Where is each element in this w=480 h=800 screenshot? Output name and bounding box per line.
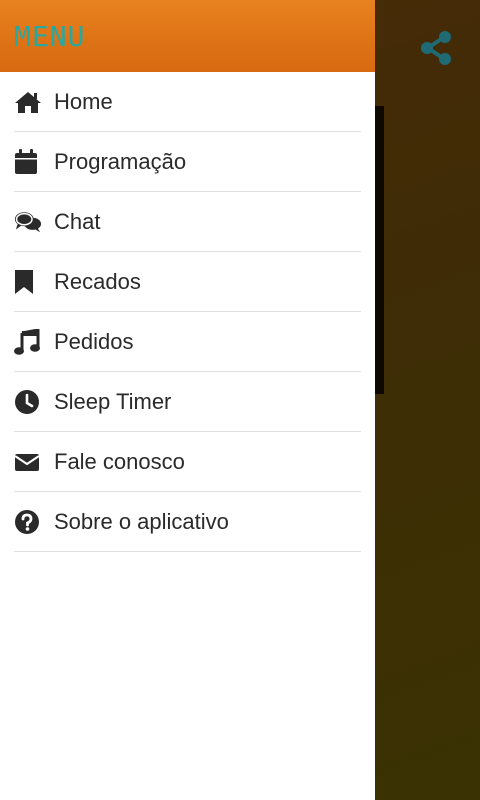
menu-item-label: Fale conosco [54,448,185,474]
drawer-title: MENU [14,20,86,53]
menu-item-home[interactable]: Home [14,72,361,132]
share-icon [421,31,451,65]
menu-item-sleep-timer[interactable]: Sleep Timer [14,372,361,432]
calendar-icon [14,148,42,176]
envelope-icon [14,448,42,476]
menu-item-chat[interactable]: Chat [14,192,361,252]
bookmark-icon [14,268,42,296]
menu-list: Home Programação Chat Recados Pedidos Sl… [0,72,375,552]
chat-icon [14,208,42,236]
home-icon [14,88,42,116]
share-button[interactable] [414,26,458,70]
menu-item-pedidos[interactable]: Pedidos [14,312,361,372]
menu-item-label: Sleep Timer [54,388,172,414]
clock-icon [14,388,42,416]
question-icon [14,508,42,536]
menu-item-label: Pedidos [54,328,134,354]
menu-item-label: Sobre o aplicativo [54,508,229,534]
music-icon [14,328,42,356]
menu-item-programacao[interactable]: Programação [14,132,361,192]
menu-item-label: Recados [54,268,141,294]
drawer-header: MENU [0,0,375,72]
menu-item-recados[interactable]: Recados [14,252,361,312]
menu-item-label: Chat [54,208,101,234]
navigation-drawer: MENU Home Programação Chat Recados Pedid… [0,0,375,800]
content-edge [374,106,384,394]
menu-item-sobre[interactable]: Sobre o aplicativo [14,492,361,552]
menu-item-label: Programação [54,148,187,174]
menu-item-label: Home [54,88,113,114]
menu-item-fale-conosco[interactable]: Fale conosco [14,432,361,492]
